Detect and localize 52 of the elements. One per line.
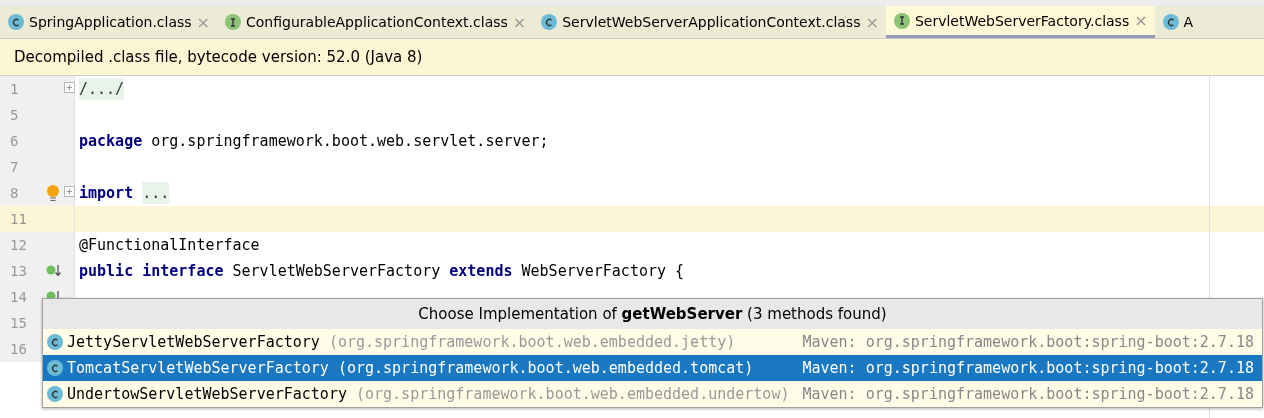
line-number: 13 [9,263,28,279]
line-number: 1 [9,81,20,97]
class-icon [47,334,63,350]
line-number: 12 [9,237,28,253]
popup-title: Choose Implementation of getWebServer (3 methods found) [43,299,1262,329]
package-name: (org.springframework.boot.web.embedded.tomcat) [337,359,754,377]
code-keyword: extends [449,262,513,280]
code-text: @FunctionalInterface [79,236,260,254]
line-number: 14 [9,289,28,305]
editor-tab[interactable]: ServletWebServerFactory.class × [885,6,1155,38]
code-keyword: import [79,184,135,202]
folded-code[interactable]: ... [142,182,170,204]
implementation-item[interactable]: JettyServletWebServerFactory (org.springframework.boot.web.embedded.jetty) Maven: org.springframework.boot:spring-boot:2.7.18 [43,329,1262,355]
line-number: 6 [9,133,20,149]
interface-icon [893,12,910,29]
fold-icon[interactable] [64,186,75,197]
class-icon [47,386,63,402]
module-name: Maven: org.springframework.boot:spring-boot:2.7.18 [802,385,1254,403]
line-number: 15 [9,315,28,331]
editor-tab[interactable]: A [1154,6,1201,38]
editor-tab[interactable]: ServletWebServerApplicationContext.class × [533,6,886,38]
implementation-item[interactable]: TomcatServletWebServerFactory (org.springframework.boot.web.embedded.tomcat) Maven: org.springframework.boot:spring-boot:2.7.18 [43,355,1262,381]
editor-tab[interactable]: ConfigurableApplicationContext.class × [217,6,534,38]
line-number: 16 [9,341,28,357]
folded-code[interactable]: /.../ [79,78,125,100]
code-text: org.springframework.boot.web.servlet.server; [150,132,549,150]
line-number: 8 [9,185,20,201]
class-icon [47,360,63,376]
implemented-icon[interactable] [46,264,62,278]
code-text: ServletWebServerFactory [231,262,442,280]
line-number: 5 [9,107,20,123]
line-number: 7 [9,159,20,175]
class-icon [541,14,558,30]
package-name: (org.springframework.boot.web.embedded.jetty) [328,333,736,351]
lightbulb-icon[interactable] [46,184,60,202]
code-keyword: public interface [79,262,224,280]
module-name: Maven: org.springframework.boot:spring-boot:2.7.18 [802,359,1254,377]
class-icon [8,14,24,30]
implementation-item[interactable]: UndertowServletWebServerFactory (org.springframework.boot.web.embedded.undertow) Maven: org.springframework.boot:spring-boot:2.7.18 [43,381,1262,407]
decompiled-banner: Decompiled .class file, bytecode version: 52.0 (Java 8) [0,39,1264,76]
class-name: JettyServletWebServerFactory [67,333,320,351]
class-name: TomcatServletWebServerFactory [67,359,329,377]
class-icon [1162,14,1179,30]
editor-tab[interactable]: SpringApplication.class × [0,6,217,38]
code-text: WebServerFactory { [520,262,685,280]
class-name: UndertowServletWebServerFactory [67,385,347,403]
interface-icon [225,14,241,30]
code-keyword: package [79,132,143,150]
module-name: Maven: org.springframework.boot:spring-boot:2.7.18 [802,333,1254,351]
fold-icon[interactable] [64,82,75,93]
package-name: (org.springframework.boot.web.embedded.undertow) [355,385,790,403]
line-number: 11 [9,211,28,227]
